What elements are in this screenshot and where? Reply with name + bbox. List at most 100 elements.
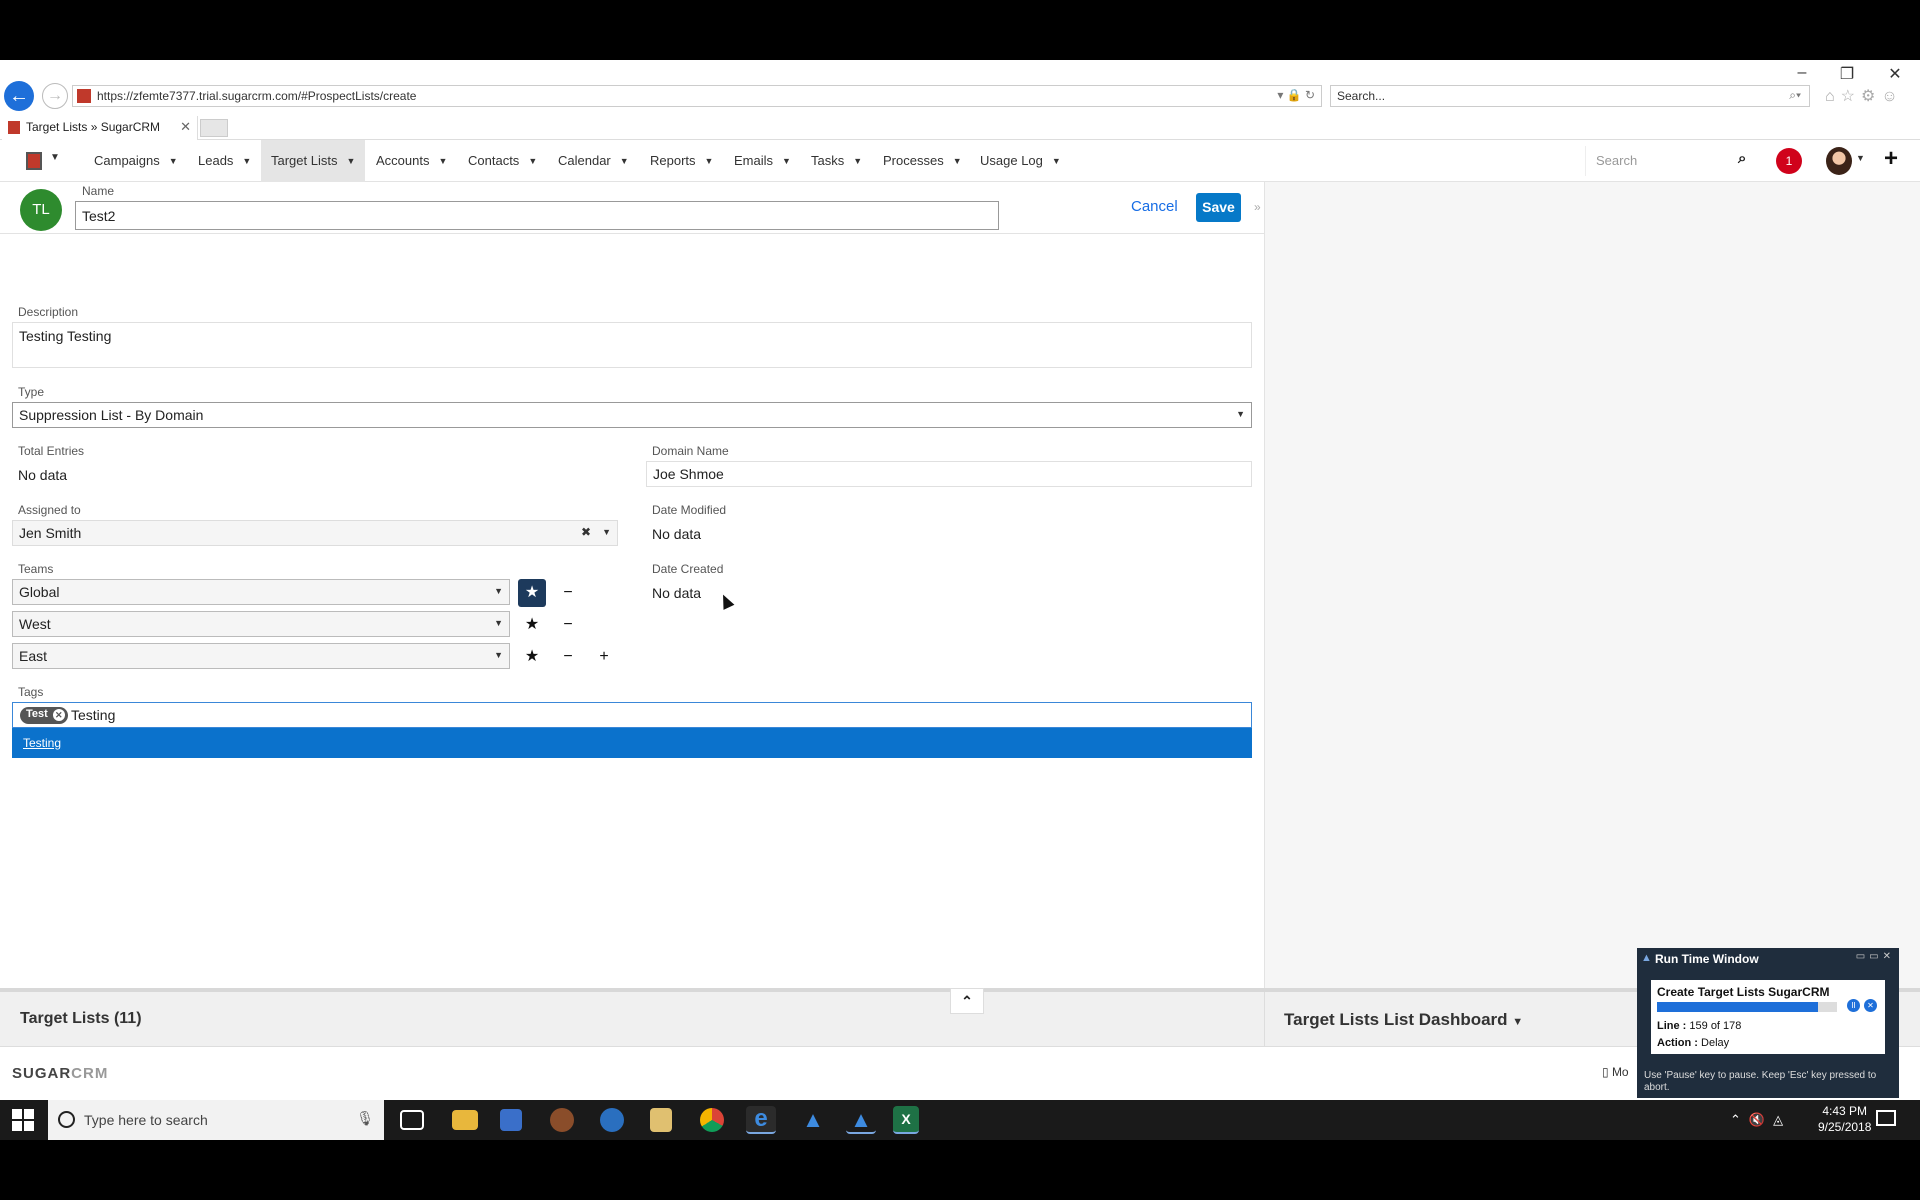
add-team-plus-icon[interactable]: + [590, 643, 618, 671]
remove-team-minus-icon[interactable]: − [554, 611, 582, 639]
nav-item-leads[interactable]: Leads ▼ [188, 140, 251, 182]
team-select-east[interactable]: East ▼ [12, 643, 510, 669]
file-explorer-icon[interactable] [452, 1110, 478, 1130]
automation-app-icon[interactable]: ▲ [798, 1106, 828, 1134]
global-search-input[interactable]: Search [1585, 146, 1753, 176]
cancel-button[interactable]: Cancel [1131, 198, 1178, 215]
thunderbird-icon[interactable] [600, 1108, 624, 1132]
tab-close-icon[interactable]: ✕ [180, 119, 191, 135]
taskbar-search-input[interactable]: Type here to search 🎙 [48, 1100, 384, 1140]
name-input[interactable] [75, 201, 999, 230]
domain-name-text: Joe Shmoe [653, 466, 724, 482]
restore-icon[interactable]: ❐ [1832, 64, 1862, 84]
tags-input[interactable]: Test ✕ Testing [12, 702, 1252, 728]
taskbar-search-placeholder: Type here to search [84, 1112, 208, 1128]
sugarcrm-logo[interactable]: SUGARCRM [12, 1065, 108, 1082]
mobile-link[interactable]: ▯ Mo [1602, 1065, 1629, 1079]
nav-item-calendar[interactable]: Calendar ▼ [548, 140, 629, 182]
chevron-down-icon[interactable]: ▼ [953, 156, 962, 166]
chevron-up-icon[interactable]: ⌃ [950, 988, 984, 1014]
nav-label: Calendar [558, 153, 611, 168]
sugar-cube-menu[interactable]: ▼ [22, 150, 62, 172]
automation-app-icon-2[interactable]: ▲ [846, 1106, 876, 1134]
close-window-icon[interactable]: ✕ [1880, 64, 1910, 84]
toggle-sidepane-icon[interactable]: » [1254, 200, 1261, 214]
browser-search-icon[interactable]: ⌕▾ [1789, 88, 1801, 103]
footer-dashboard-bar: Target Lists (11) ⌃ Target Lists List Da… [0, 988, 1920, 1050]
tag-suggestion-option[interactable]: Testing [23, 736, 61, 750]
document-app-icon[interactable] [650, 1108, 672, 1132]
url-input[interactable]: https://zfemte7377.trial.sugarcrm.com/#P… [72, 85, 1322, 107]
chevron-down-icon[interactable]: ▼ [1856, 153, 1865, 163]
nav-item-emails[interactable]: Emails ▼ [724, 140, 791, 182]
firefox-icon[interactable] [550, 1108, 574, 1132]
chevron-down-icon[interactable]: ▼ [169, 156, 178, 166]
notifications-badge[interactable]: 1 [1776, 148, 1802, 174]
chevron-down-icon[interactable]: ▼ [346, 156, 355, 166]
browser-tab-target-lists[interactable]: Target Lists » SugarCRM ✕ [2, 116, 198, 140]
cortana-circle-icon [58, 1111, 75, 1128]
chevron-down-icon[interactable]: ▼ [620, 156, 629, 166]
chevron-down-icon[interactable]: ▼ [705, 156, 714, 166]
action-center-icon[interactable] [1876, 1110, 1896, 1126]
chevron-down-icon[interactable]: ▼ [853, 156, 862, 166]
internet-explorer-icon[interactable]: e [746, 1106, 776, 1134]
nav-item-reports[interactable]: Reports ▼ [640, 140, 713, 182]
nav-item-accounts[interactable]: Accounts ▼ [366, 140, 447, 182]
store-icon[interactable] [500, 1109, 522, 1131]
type-select[interactable]: Suppression List - By Domain ▼ [12, 402, 1252, 428]
domain-name-input[interactable]: Joe Shmoe [646, 461, 1252, 487]
runtime-window-controls-icon[interactable]: ▭▭✕ [1856, 951, 1895, 962]
task-view-icon[interactable] [400, 1110, 424, 1130]
nav-item-usage-log[interactable]: Usage Log ▼ [970, 140, 1061, 182]
forward-arrow-icon[interactable]: → [42, 83, 68, 109]
chevron-down-icon[interactable]: ▼ [602, 527, 611, 537]
runtime-action-label: Action : [1657, 1037, 1698, 1049]
new-tab-button[interactable] [200, 119, 228, 137]
quick-create-plus-icon[interactable]: + [1884, 145, 1898, 173]
nav-item-tasks[interactable]: Tasks ▼ [801, 140, 862, 182]
tag-chip[interactable]: Test ✕ [20, 707, 68, 724]
description-textarea[interactable]: Testing Testing [12, 322, 1252, 368]
team-select-global[interactable]: Global ▼ [12, 579, 510, 605]
remove-tag-icon[interactable]: ✕ [52, 709, 65, 721]
nav-item-processes[interactable]: Processes ▼ [873, 140, 962, 182]
clock[interactable]: 4:43 PM 9/25/2018 [1818, 1103, 1871, 1135]
primary-team-star-icon[interactable]: ★ [518, 611, 546, 639]
chevron-down-icon[interactable]: ▼ [242, 156, 251, 166]
minimize-icon[interactable]: – [1787, 64, 1817, 82]
pause-icon[interactable]: II [1847, 999, 1860, 1012]
browser-toolbar-icons[interactable]: ⌂☆⚙☺ [1825, 86, 1904, 106]
dashboard-title[interactable]: Target Lists List Dashboard ▼ [1284, 1010, 1523, 1030]
team-value: East [19, 648, 48, 664]
excel-icon[interactable]: X [893, 1106, 919, 1134]
primary-team-star-icon[interactable]: ★ [518, 643, 546, 671]
chevron-down-icon[interactable]: ▼ [782, 156, 791, 166]
chevron-down-icon: ▼ [1236, 409, 1245, 419]
primary-team-star-icon[interactable]: ★ [518, 579, 546, 607]
nav-item-campaigns[interactable]: Campaigns ▼ [84, 140, 178, 182]
microphone-icon[interactable]: 🎙 [356, 1110, 374, 1127]
chrome-icon[interactable] [700, 1108, 724, 1132]
chevron-down-icon[interactable]: ▼ [1052, 156, 1061, 166]
avatar[interactable] [1826, 147, 1852, 175]
clear-icon[interactable]: ✖ [581, 525, 591, 539]
list-view-title[interactable]: Target Lists (11) [20, 1010, 142, 1028]
chevron-down-icon[interactable]: ▼ [438, 156, 447, 166]
url-tools-icon[interactable]: ▾ 🔒 ↻ [1277, 88, 1315, 102]
search-icon[interactable]: ⌕ [1738, 150, 1746, 167]
team-select-west[interactable]: West ▼ [12, 611, 510, 637]
chevron-down-icon[interactable]: ▼ [528, 156, 537, 166]
remove-team-minus-icon[interactable]: − [554, 579, 582, 607]
assigned-to-select[interactable]: Jen Smith ✖ ▼ [12, 520, 618, 546]
nav-label: Processes [883, 153, 944, 168]
stop-icon[interactable]: ✕ [1864, 999, 1877, 1012]
back-arrow-icon[interactable]: ← [4, 81, 34, 111]
nav-item-target-lists[interactable]: Target Lists ▼ [261, 140, 365, 182]
browser-search-input[interactable]: Search... ⌕▾ [1330, 85, 1810, 107]
windows-start-icon[interactable] [12, 1109, 34, 1131]
nav-item-contacts[interactable]: Contacts ▼ [458, 140, 537, 182]
system-tray-icons[interactable]: ⌃🔇◬ [1730, 1112, 1791, 1128]
save-button[interactable]: Save [1196, 193, 1241, 222]
remove-team-minus-icon[interactable]: − [554, 643, 582, 671]
